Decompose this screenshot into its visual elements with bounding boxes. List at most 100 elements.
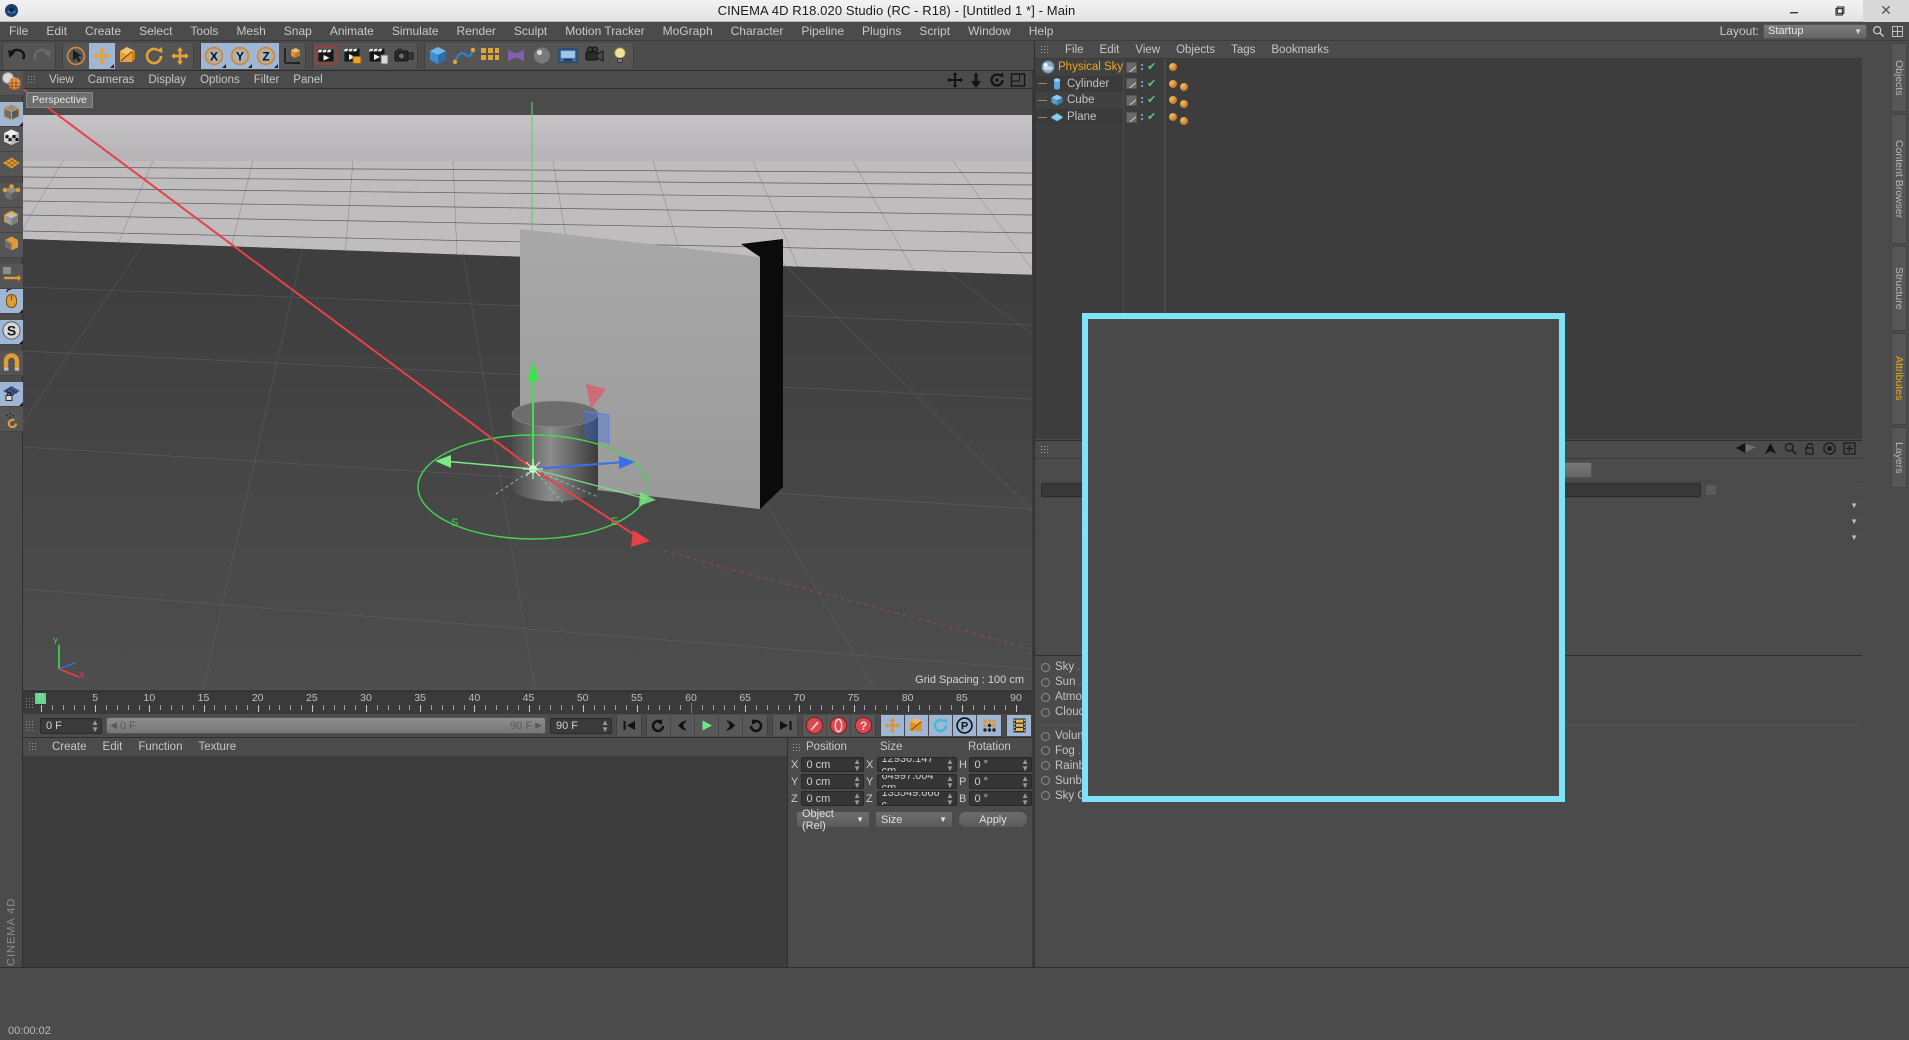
light-button[interactable] <box>607 42 633 69</box>
radio-icon[interactable] <box>1041 662 1050 672</box>
texture-axis-button[interactable] <box>0 71 23 96</box>
sunbeams-option-row[interactable]: Sunbeams. . . . . . <box>1035 773 1862 788</box>
play-forwards-loop-button[interactable] <box>743 715 767 736</box>
max-frame-input[interactable]: 90 F ▲ ▼ <box>550 717 612 734</box>
model-mode-button[interactable] <box>0 102 23 127</box>
search-icon[interactable] <box>1871 24 1886 39</box>
scale-button[interactable] <box>115 42 141 69</box>
menu-item-plugins[interactable]: Plugins <box>853 22 910 41</box>
visibility-dots-icon[interactable] <box>1140 64 1144 71</box>
apply-button[interactable]: Apply <box>958 811 1028 828</box>
radio-icon[interactable] <box>1041 791 1050 801</box>
spinner-icon[interactable]: ▲ ▼ <box>1021 758 1029 771</box>
volumetric-clouds-option-checkbox[interactable] <box>1154 731 1165 741</box>
viewport-menu-cameras[interactable]: Cameras <box>81 74 142 86</box>
menu-item-mesh[interactable]: Mesh <box>227 22 274 41</box>
play-button[interactable] <box>695 715 719 736</box>
move-scene-icon[interactable] <box>947 71 963 88</box>
viewport-menu-options[interactable]: Options <box>193 74 247 86</box>
menu-item-tools[interactable]: Tools <box>181 22 227 41</box>
volumetric-clouds-option-row[interactable]: Volumetric Clouds <box>1035 729 1862 744</box>
material-menu-texture[interactable]: Texture <box>190 741 244 753</box>
viewport-menu-view[interactable]: View <box>42 74 81 86</box>
clouds-option-row[interactable]: Clouds. . . . . . . . . <box>1035 705 1862 720</box>
radio-icon[interactable] <box>1041 707 1050 717</box>
object-menu-bookmarks[interactable]: Bookmarks <box>1263 44 1337 56</box>
position-input[interactable]: 0 cm ▲ ▼ <box>801 774 865 789</box>
rotate-scene-icon[interactable] <box>989 72 1005 88</box>
timeline-track[interactable]: 0 5 10 15 20 25 30 35 40 45 50 55 60 65 70 75 80 85 90 <box>35 692 1028 714</box>
render-region-button[interactable] <box>339 42 365 69</box>
render-settings-button[interactable] <box>391 42 417 69</box>
chevron-down-icon[interactable]: ▼ <box>1850 501 1862 510</box>
redo-button[interactable] <box>29 42 55 69</box>
record-active-objects-button[interactable] <box>803 715 827 736</box>
viewport-3d-scene[interactable]: S E <box>23 89 1032 690</box>
size-input[interactable]: 135549.666 c ▲ ▼ <box>876 791 957 806</box>
pan-scene-icon[interactable] <box>968 72 984 88</box>
object-row[interactable]: Physical Sky <box>1035 59 1123 76</box>
visibility-dot-toggle[interactable] <box>1126 94 1137 106</box>
panel-grip-icon[interactable] <box>27 74 37 85</box>
minimize-button[interactable] <box>1771 0 1817 22</box>
enable-axis-button[interactable] <box>0 264 23 289</box>
viewport-menu-display[interactable]: Display <box>141 74 193 86</box>
texture-mode-button[interactable] <box>0 127 23 152</box>
object-menu-view[interactable]: View <box>1127 44 1168 56</box>
dock-tab-objects[interactable]: Objects <box>1891 43 1907 113</box>
viewport-menu-filter[interactable]: Filter <box>247 74 287 86</box>
rotation-input[interactable]: 0 ° ▲ ▼ <box>969 774 1033 789</box>
enabled-check-icon[interactable]: ✔ <box>1147 62 1156 73</box>
radio-icon[interactable] <box>1041 746 1050 756</box>
fog-option-checkbox[interactable] <box>1179 745 1190 756</box>
size-mode-dropdown[interactable]: Size ▼ <box>875 811 953 828</box>
size-input[interactable]: 64997.004 cm ▲ ▼ <box>876 774 957 789</box>
position-input[interactable]: 0 cm ▲ ▼ <box>801 757 865 772</box>
dock-tab-attributes[interactable]: Attributes <box>1891 332 1907 425</box>
scale-key-button[interactable] <box>905 715 929 736</box>
object-tag-icon[interactable] <box>1169 96 1177 105</box>
range-left-handle-icon[interactable]: ◀ <box>110 720 117 731</box>
rotation-input[interactable]: 0 ° ▲ ▼ <box>969 757 1033 772</box>
move-button[interactable] <box>89 42 115 69</box>
points-mode-button[interactable] <box>0 183 23 208</box>
object-row[interactable]: Cube <box>1035 92 1123 109</box>
spinner-icon[interactable]: ▲ ▼ <box>601 718 609 733</box>
drag-button[interactable] <box>167 42 193 69</box>
close-button[interactable]: ✕ <box>1863 0 1909 22</box>
menu-item-help[interactable]: Help <box>1020 22 1063 41</box>
attribute-row[interactable]: ▼ <box>1035 529 1862 545</box>
previous-frame-button[interactable] <box>671 715 695 736</box>
tab-sky[interactable]: Sky <box>1285 462 1386 478</box>
visibility-dots-icon[interactable] <box>1140 114 1144 121</box>
workplane-mode-button[interactable] <box>0 152 23 177</box>
tab-details[interactable]: Details <box>1491 462 1592 478</box>
range-right-handle-icon[interactable]: ▶ <box>535 720 542 731</box>
visibility-dot-toggle[interactable] <box>1126 111 1137 123</box>
fog-option-row[interactable]: Fog. . . . . . . . . . . <box>1035 743 1862 758</box>
radio-icon[interactable] <box>1041 692 1050 702</box>
object-tag-icon[interactable] <box>1169 113 1177 122</box>
render-picture-viewer-button[interactable] <box>365 42 391 69</box>
panel-grip-icon[interactable] <box>28 742 38 752</box>
edges-mode-button[interactable] <box>0 208 23 233</box>
object-menu-tags[interactable]: Tags <box>1223 44 1263 56</box>
radio-icon[interactable] <box>1041 677 1050 687</box>
object-menu-edit[interactable]: Edit <box>1092 44 1128 56</box>
chevron-down-icon[interactable]: ▼ <box>1850 533 1862 542</box>
object-name[interactable]: Cube <box>1067 94 1095 106</box>
next-frame-button[interactable] <box>719 715 743 736</box>
grid-icon[interactable] <box>1890 24 1905 39</box>
material-menu-create[interactable]: Create <box>44 741 95 753</box>
atmosphere-option-checkbox[interactable] <box>1165 692 1176 703</box>
panel-grip-icon[interactable] <box>25 697 33 709</box>
radio-icon[interactable] <box>1041 761 1050 771</box>
rotate-button[interactable] <box>141 42 167 69</box>
object-tag-icon[interactable] <box>1180 99 1188 108</box>
menu-item-sculpt[interactable]: Sculpt <box>505 22 556 41</box>
camera-stage-button[interactable] <box>555 42 581 69</box>
sky-option-checkbox[interactable] <box>1178 662 1189 673</box>
material-menu-edit[interactable]: Edit <box>95 741 131 753</box>
position-key-button[interactable] <box>881 715 905 736</box>
add-panel-icon[interactable] <box>1843 441 1856 458</box>
